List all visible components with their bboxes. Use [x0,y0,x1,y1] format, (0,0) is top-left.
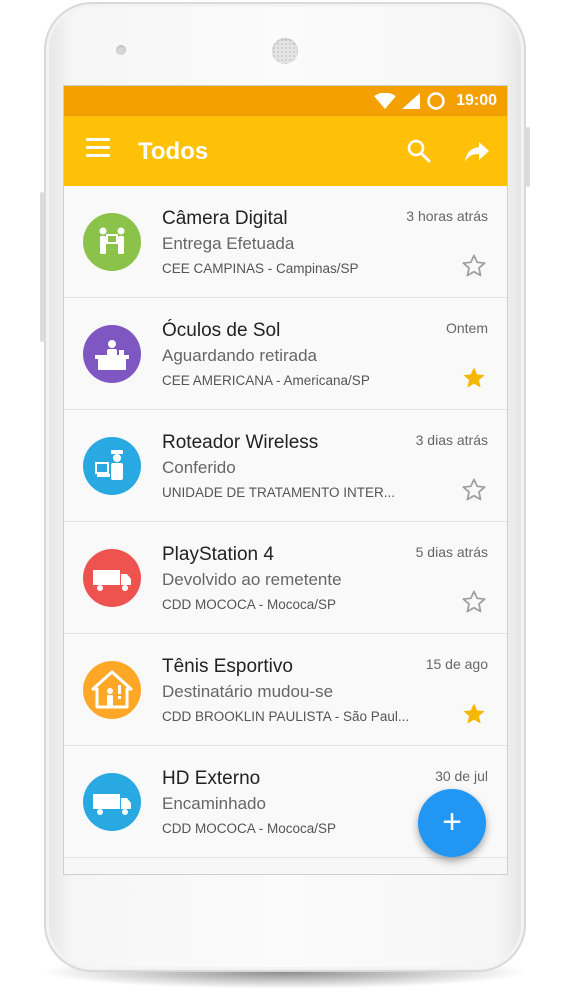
volume-button [40,192,44,342]
tracking-list: Câmera Digital Entrega Efetuada CEE CAMP… [64,186,507,858]
item-date: Ontem [445,320,488,336]
item-location: CDD MOCOCA - Mococa/SP [162,821,337,836]
wifi-icon [374,93,397,109]
list-item[interactable]: Óculos de Sol Aguardando retirada CEE AM… [64,298,507,410]
item-location: UNIDADE DE TRATAMENTO INTER... [162,485,396,500]
star-outline-icon[interactable] [461,477,487,503]
item-location: CEE CAMPINAS - Campinas/SP [162,261,359,276]
star-outline-icon[interactable] [461,589,487,615]
item-title: Roteador Wireless [162,432,319,453]
item-date: 30 de jul [435,768,488,784]
item-status: Aguardando retirada [162,346,318,365]
item-date: 5 dias atrás [415,544,488,560]
status-bar: 19:00 [64,86,507,116]
item-title: Câmera Digital [162,208,288,229]
item-status: Entrega Efetuada [162,234,295,253]
truck-icon [93,794,131,815]
signal-icon [402,93,421,109]
item-location: CEE AMERICANA - Americana/SP [162,373,370,388]
list-item[interactable]: Roteador Wireless Conferido UNIDADE DE T… [64,410,507,522]
list-item[interactable]: PlayStation 4 Devolvido ao remetente CDD… [64,522,507,634]
item-title: PlayStation 4 [162,544,274,565]
earpiece-speaker [272,38,298,64]
star-filled-icon[interactable] [461,365,487,391]
list-item[interactable]: Câmera Digital Entrega Efetuada CEE CAMP… [64,186,507,298]
truck-icon [93,570,131,591]
power-button [526,127,530,187]
avatar [83,213,141,271]
item-location: CDD MOCOCA - Mococa/SP [162,597,337,612]
add-button[interactable]: + [418,789,486,857]
avatar [83,661,141,719]
screen: 19:00 Todos Câmera Digital Entrega Efetu… [64,86,507,874]
star-filled-icon[interactable] [461,701,487,727]
item-date: 3 dias atrás [415,432,488,448]
status-time: 19:00 [456,92,497,109]
item-status: Destinatário mudou-se [162,682,334,701]
item-status: Encaminhado [162,794,266,813]
item-date: 15 de ago [425,656,488,672]
avatar [83,773,141,831]
item-status: Conferido [162,458,236,477]
house-alert-icon [91,670,133,709]
avatar [83,437,141,495]
item-date: 3 horas atrás [406,208,488,224]
item-status: Devolvido ao remetente [162,570,342,589]
search-icon[interactable] [406,138,432,164]
delivery-handover-icon [99,227,125,254]
menu-icon[interactable] [86,138,110,162]
service-counter-icon [95,340,129,370]
item-title: HD Externo [162,768,261,789]
list-item[interactable]: Tênis Esportivo Destinatário mudou-se CD… [64,634,507,746]
page-title: Todos [138,138,209,165]
avatar [83,325,141,383]
front-camera [116,45,126,55]
item-location: CDD BROOKLIN PAULISTA - São Paul... [162,709,410,724]
inspector-icon [95,450,123,480]
app-bar: Todos [64,116,507,186]
avatar [83,549,141,607]
item-title: Óculos de Sol [162,320,281,341]
battery-icon [427,92,445,110]
share-arrow-icon[interactable] [464,140,490,164]
status-icons: 19:00 [374,86,497,116]
item-title: Tênis Esportivo [162,656,293,677]
star-outline-icon[interactable] [461,253,487,279]
